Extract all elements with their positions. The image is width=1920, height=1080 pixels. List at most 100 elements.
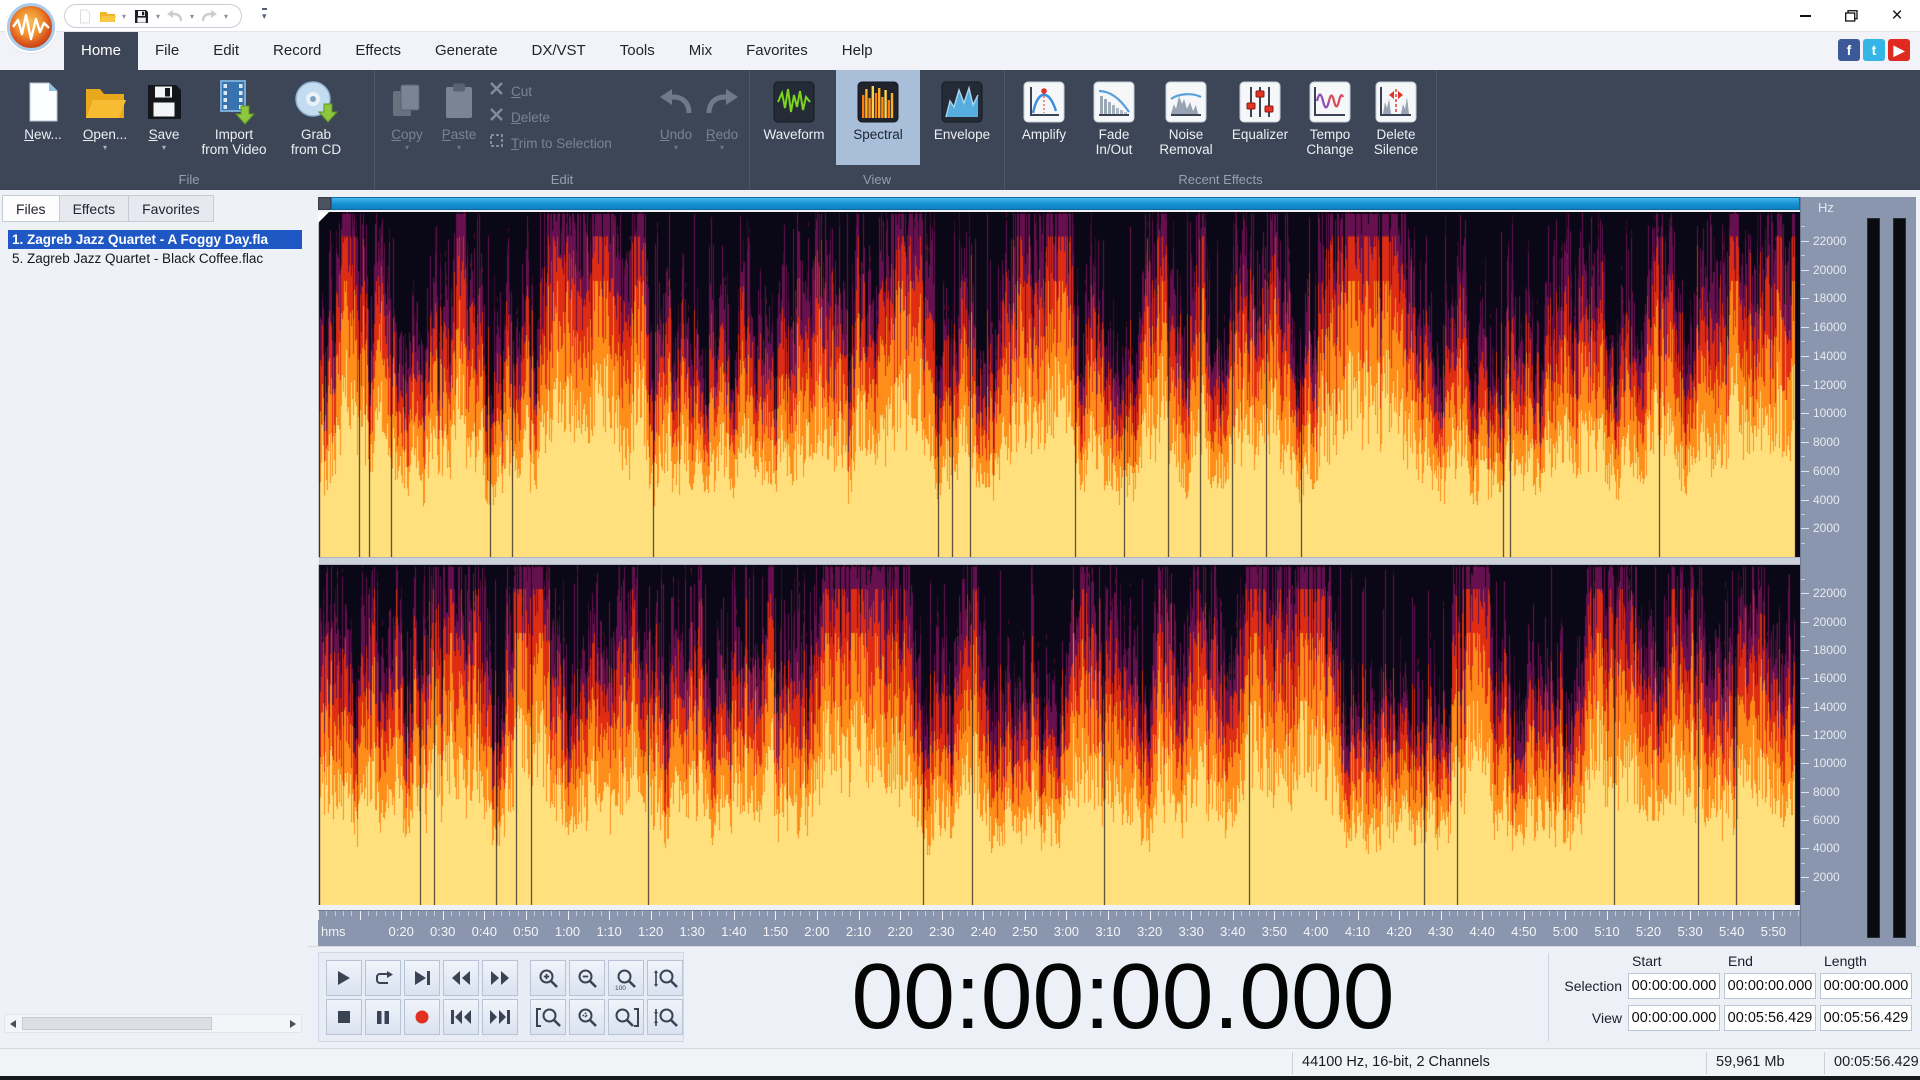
quick-redo-icon[interactable] — [199, 6, 219, 26]
selection-start-field[interactable]: 00:00:00.000 — [1628, 973, 1720, 999]
open-caret-icon[interactable]: ▾ — [103, 142, 107, 154]
channel-divider[interactable] — [318, 557, 1800, 565]
time-tick — [1415, 911, 1417, 916]
sidebar-tab[interactable]: Effects — [58, 195, 129, 222]
file-list-item[interactable]: 1. Zagreb Jazz Quartet - A Foggy Day.fla — [8, 230, 302, 249]
redo-button[interactable]: Redo ▾ — [699, 70, 745, 165]
loop-button[interactable] — [365, 960, 401, 996]
horizontal-position-bar[interactable] — [318, 197, 1800, 210]
delete-silence-button[interactable]: Delete Silence — [1363, 70, 1429, 165]
sidebar-tab[interactable]: Favorites — [128, 195, 214, 222]
quick-undo-caret-icon[interactable]: ▾ — [187, 12, 197, 21]
scrollbar-thumb[interactable] — [22, 1017, 212, 1030]
record-button[interactable] — [404, 999, 440, 1035]
time-tick — [525, 911, 527, 920]
time-tick — [567, 911, 569, 920]
time-tick — [1340, 911, 1342, 916]
selection-row-label: Selection — [1564, 978, 1622, 994]
menu-tab[interactable]: File — [138, 32, 196, 70]
position-bar-track[interactable] — [331, 197, 1800, 210]
new-button[interactable]: New... — [12, 70, 74, 165]
zoom-vertical-out-button[interactable] — [647, 999, 683, 1035]
envelope-view-button[interactable]: Envelope — [920, 70, 1004, 165]
waveform-view-button[interactable]: Waveform — [752, 70, 836, 165]
amplify-button[interactable]: Amplify — [1009, 70, 1079, 165]
tempo-change-button[interactable]: Tempo Change — [1297, 70, 1363, 165]
play-to-end-button[interactable] — [404, 960, 440, 996]
delete-menu-item[interactable]: Delete — [485, 104, 653, 130]
zoom-vertical-in-button[interactable] — [647, 960, 683, 996]
minimize-button[interactable] — [1782, 0, 1828, 32]
view-length-field[interactable]: 00:05:56.429 — [1820, 1005, 1912, 1031]
time-ruler[interactable]: hms 0:20 0:30 0:40 0:50 1:00 1:10 1:20 1:30 1:40… — [318, 910, 1800, 946]
menu-tab[interactable]: Mix — [672, 32, 729, 70]
zoom-100-button[interactable]: 100 — [608, 960, 644, 996]
quick-open-folder-icon[interactable] — [97, 6, 117, 26]
selection-end-field[interactable]: 00:00:00.000 — [1724, 973, 1816, 999]
cut-menu-item[interactable]: Cut — [485, 78, 653, 104]
go-to-end-button[interactable] — [482, 999, 518, 1035]
menu-tab[interactable]: Favorites — [729, 32, 825, 70]
play-button[interactable] — [326, 960, 362, 996]
menu-tab[interactable]: DX/VST — [515, 32, 603, 70]
trim-to-selection-menu-item[interactable]: Trim to Selection — [485, 130, 653, 156]
menu-tab[interactable]: Record — [256, 32, 338, 70]
import-from-video-button[interactable]: Import from Video — [192, 70, 276, 165]
view-end-field[interactable]: 00:05:56.429 — [1724, 1005, 1816, 1031]
equalizer-button[interactable]: Equalizer — [1223, 70, 1297, 165]
spectrogram-channel-2[interactable] — [318, 565, 1800, 905]
spectrogram-channel-1[interactable] — [318, 212, 1800, 557]
save-caret-icon[interactable]: ▾ — [162, 142, 166, 154]
grab-from-cd-button[interactable]: Grab from CD — [276, 70, 356, 165]
menu-tab[interactable]: Edit — [196, 32, 256, 70]
menu-tab[interactable]: Home — [64, 32, 139, 70]
zoom-full-button[interactable] — [569, 999, 605, 1035]
quick-undo-icon[interactable] — [165, 6, 185, 26]
pause-button[interactable] — [365, 999, 401, 1035]
selection-length-field[interactable]: 00:00:00.000 — [1820, 973, 1912, 999]
scroll-left-arrow-icon[interactable] — [5, 1015, 21, 1032]
fade-in-out-button[interactable]: Fade In/Out — [1079, 70, 1149, 165]
scroll-right-arrow-icon[interactable] — [285, 1015, 301, 1032]
go-to-start-button[interactable] — [443, 999, 479, 1035]
time-tick — [542, 911, 544, 916]
quick-save-icon[interactable] — [131, 6, 151, 26]
save-button[interactable]: Save ▾ — [136, 70, 192, 165]
twitter-icon[interactable]: t — [1863, 39, 1885, 61]
zoom-in-button[interactable] — [530, 960, 566, 996]
open-button[interactable]: Open... ▾ — [74, 70, 136, 165]
zoom-selection-start-button[interactable] — [530, 999, 566, 1035]
close-button[interactable]: × — [1874, 0, 1920, 32]
menu-tab[interactable]: Help — [825, 32, 890, 70]
copy-button[interactable]: Copy ▾ — [381, 70, 433, 165]
time-label: 5:40 — [1719, 924, 1745, 939]
menu-tab[interactable]: Generate — [418, 32, 515, 70]
time-tick — [1590, 911, 1592, 916]
paste-button[interactable]: Paste ▾ — [433, 70, 485, 165]
customize-quick-access-button[interactable]: ▾ — [262, 8, 267, 21]
rewind-button[interactable] — [443, 960, 479, 996]
fast-forward-button[interactable] — [482, 960, 518, 996]
playback-cursor-marker[interactable] — [318, 212, 329, 223]
sidebar-horizontal-scrollbar[interactable] — [4, 1014, 302, 1033]
file-list-item[interactable]: 5. Zagreb Jazz Quartet - Black Coffee.fl… — [8, 249, 302, 268]
stop-button[interactable] — [326, 999, 362, 1035]
undo-button[interactable]: Undo ▾ — [653, 70, 699, 165]
zoom-out-button[interactable] — [569, 960, 605, 996]
youtube-icon[interactable]: ▶ — [1888, 39, 1910, 61]
zoom-selection-end-button[interactable] — [608, 999, 644, 1035]
quick-open-caret-icon[interactable]: ▾ — [119, 12, 129, 21]
time-tick — [1066, 911, 1068, 920]
maximize-button[interactable] — [1828, 0, 1874, 32]
quick-redo-caret-icon[interactable]: ▾ — [221, 12, 231, 21]
facebook-icon[interactable]: f — [1838, 39, 1860, 61]
quick-save-caret-icon[interactable]: ▾ — [153, 12, 163, 21]
menu-tab[interactable]: Effects — [338, 32, 418, 70]
noise-removal-button[interactable]: Noise Removal — [1149, 70, 1223, 165]
quick-new-icon[interactable] — [75, 6, 95, 26]
time-tick — [950, 911, 951, 916]
sidebar-tab[interactable]: Files — [2, 195, 59, 222]
view-start-field[interactable]: 00:00:00.000 — [1628, 1005, 1720, 1031]
menu-tab[interactable]: Tools — [603, 32, 672, 70]
spectral-view-button[interactable]: Spectral — [836, 70, 920, 165]
